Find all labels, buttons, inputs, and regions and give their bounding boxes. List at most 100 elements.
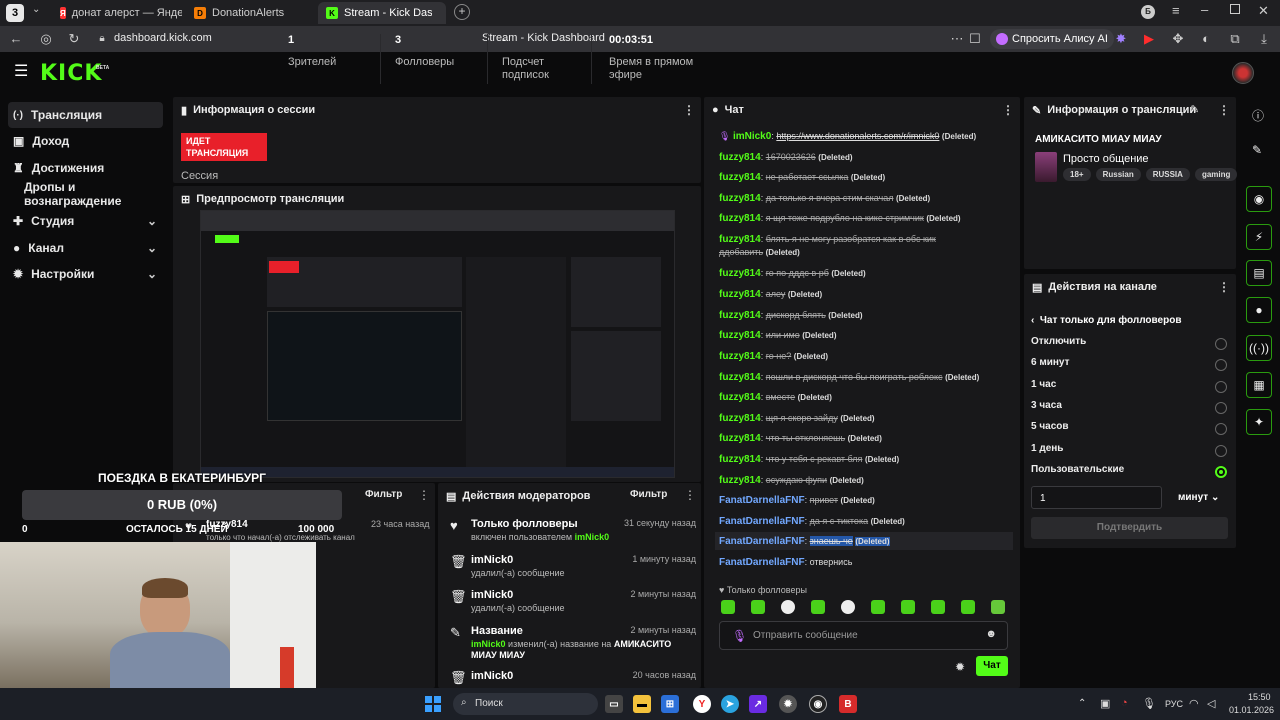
emote-10[interactable] bbox=[991, 600, 1005, 614]
tray-time[interactable]: 15:50 bbox=[1248, 692, 1271, 702]
tag[interactable]: Russian bbox=[1095, 168, 1141, 181]
explorer-icon[interactable]: ▬ bbox=[633, 695, 651, 713]
chat-message[interactable]: fuzzy814: осуждаю фупи (Deleted) bbox=[719, 474, 1009, 487]
maximize-icon[interactable] bbox=[1230, 4, 1240, 14]
tab-kick-dashboard[interactable]: K Stream - Kick Dashboard bbox=[318, 2, 446, 24]
radio[interactable] bbox=[1215, 381, 1227, 393]
chat-username[interactable]: fuzzy814 bbox=[719, 172, 761, 183]
download-icon[interactable]: ⤓ bbox=[1257, 32, 1271, 46]
bookmark-icon[interactable]: ☐ bbox=[968, 32, 982, 46]
chat-username[interactable]: FanatDarnellaFNF bbox=[719, 557, 805, 568]
mod-action-item[interactable]: 🗑︎ imNick0 20 часов назад bbox=[444, 670, 696, 686]
chat-username[interactable]: fuzzy814 bbox=[719, 372, 761, 383]
more-icon[interactable]: ⋯ bbox=[950, 32, 964, 46]
info-rail-icon[interactable]: ⓘ bbox=[1252, 107, 1264, 124]
option-3h[interactable]: 3 часа bbox=[1031, 400, 1231, 418]
close-window-icon[interactable]: ✕ bbox=[1258, 3, 1269, 19]
radio-selected[interactable] bbox=[1215, 466, 1227, 478]
lock-icon[interactable]: 🔒︎ bbox=[95, 32, 109, 46]
kebab-menu-icon[interactable]: ⋮ bbox=[683, 103, 695, 117]
mod-action-item[interactable]: ♥ Только фолловеры 31 секунду назад вклю… bbox=[444, 518, 696, 548]
unit-select[interactable]: минут ⌄ bbox=[1170, 486, 1228, 509]
emote-7[interactable] bbox=[901, 600, 915, 614]
kebab-menu-icon[interactable]: ⋮ bbox=[1218, 280, 1230, 294]
taskbar-search[interactable]: ⌕ Поиск bbox=[453, 693, 598, 715]
chat-message[interactable]: 🎙︎ imNick0: https://www.donationalerts.c… bbox=[719, 130, 1009, 143]
tray-wifi-icon[interactable]: ◠ bbox=[1189, 697, 1199, 710]
youtube-icon[interactable]: ▶ bbox=[1142, 32, 1156, 46]
chat-message[interactable]: FanatDarnellaFNF: отвернись bbox=[719, 556, 1009, 569]
shield-icon[interactable]: ◎ bbox=[39, 32, 53, 46]
chat-username[interactable]: fuzzy814 bbox=[719, 289, 761, 300]
chat-username[interactable]: fuzzy814 bbox=[719, 268, 761, 279]
chat-message[interactable]: fuzzy814: вместе (Deleted) bbox=[719, 391, 1009, 404]
sidebar-item-drops[interactable]: Дропы и вознаграждение bbox=[8, 180, 163, 208]
radio[interactable] bbox=[1215, 445, 1227, 457]
kebab-menu-icon[interactable]: ⋮ bbox=[684, 488, 696, 502]
emote-8[interactable] bbox=[931, 600, 945, 614]
chat-message[interactable]: fuzzy814: я щя тоже подрубло на кике стр… bbox=[719, 212, 1009, 225]
chat-username[interactable]: fuzzy814 bbox=[719, 193, 761, 204]
bandicam-icon[interactable]: B bbox=[839, 695, 857, 713]
sidebar-item-income[interactable]: ▣ Доход bbox=[8, 128, 163, 154]
reload-icon[interactable]: ↻ bbox=[67, 32, 81, 46]
notes-rail-button[interactable]: ▤ bbox=[1246, 260, 1272, 286]
option-1d[interactable]: 1 день bbox=[1031, 443, 1231, 461]
chat-message[interactable]: fuzzy814: го не? (Deleted) bbox=[719, 350, 1009, 363]
url-text[interactable]: dashboard.kick.com bbox=[114, 32, 212, 44]
chat-input[interactable]: 🎙︎ Отправить сообщение ☻ bbox=[719, 621, 1008, 650]
hamburger-icon[interactable]: ☰ bbox=[14, 64, 28, 80]
emote-9[interactable] bbox=[961, 600, 975, 614]
option-1h[interactable]: 1 час bbox=[1031, 379, 1231, 397]
chat-username[interactable]: fuzzy814 bbox=[719, 392, 761, 403]
preview-video[interactable] bbox=[200, 210, 675, 478]
chat-username[interactable]: fuzzy814 bbox=[719, 433, 761, 444]
stream-category[interactable]: Просто общение bbox=[1063, 153, 1149, 165]
emote-5[interactable] bbox=[841, 600, 855, 614]
chat-username[interactable]: fuzzy814 bbox=[719, 475, 761, 486]
extension-icon[interactable]: ✸ bbox=[1114, 32, 1128, 46]
tray-mic-icon[interactable]: 🎙︎ bbox=[1142, 697, 1156, 710]
chat-username[interactable]: fuzzy814 bbox=[719, 413, 761, 424]
emote-1[interactable] bbox=[721, 600, 735, 614]
chat-message[interactable]: fuzzy814: да только я вчера стим скачал … bbox=[719, 192, 1009, 205]
emote-4[interactable] bbox=[811, 600, 825, 614]
chat-message-highlighted[interactable]: FanatDarnellaFNF: знаешь че (Deleted) bbox=[715, 532, 1013, 550]
windows-start-icon[interactable] bbox=[425, 696, 441, 712]
chat-username[interactable]: fuzzy814 bbox=[719, 330, 761, 341]
chat-message[interactable]: fuzzy814: что ты отклоняешь (Deleted) bbox=[719, 432, 1009, 445]
custom-duration-input[interactable]: 1 bbox=[1031, 486, 1162, 509]
sidebar-item-settings[interactable]: ✹ Настройки ⌄ bbox=[8, 261, 163, 287]
back-button[interactable]: ‹ Чат только для фолловеров bbox=[1031, 315, 1181, 326]
chat-username[interactable]: fuzzy814 bbox=[719, 454, 761, 465]
mod-action-item[interactable]: 🗑︎ imNick0 2 минуты назад удалил(-а) соо… bbox=[444, 589, 696, 619]
alice-button[interactable]: Спросить Алису AI bbox=[990, 29, 1114, 49]
minimize-icon[interactable]: – bbox=[1201, 2, 1208, 17]
mod-action-item[interactable]: ✎ Название 2 минуты назад imNick0 измени… bbox=[444, 625, 696, 663]
sidebar-item-studio[interactable]: ✚ Студия ⌄ bbox=[8, 208, 163, 234]
category-thumbnail[interactable] bbox=[1035, 152, 1057, 182]
tray-volume-icon[interactable]: ◁ bbox=[1207, 697, 1215, 710]
wrench-rail-button[interactable]: ✦ bbox=[1246, 409, 1272, 435]
camera-rail-button[interactable]: ◉ bbox=[1246, 186, 1272, 212]
app-icon[interactable]: ↗ bbox=[749, 695, 767, 713]
chat-username[interactable]: FanatDarnellaFNF bbox=[719, 536, 805, 547]
mod-filter-button[interactable]: Фильтр bbox=[630, 489, 667, 500]
kebab-menu-icon[interactable]: ⋮ bbox=[1218, 103, 1230, 117]
back-icon[interactable]: ← bbox=[9, 32, 23, 46]
activity-filter-button[interactable]: Фильтр bbox=[365, 489, 402, 500]
tray-network-icon[interactable]: ◔ bbox=[1121, 697, 1128, 709]
tag[interactable]: 18+ bbox=[1063, 168, 1091, 181]
lightning-rail-button[interactable]: ⚡︎ bbox=[1246, 224, 1272, 250]
chat-text[interactable]: https://www.donationalerts.com/r/imnick0 bbox=[776, 131, 939, 141]
radio[interactable] bbox=[1215, 338, 1227, 350]
store-icon[interactable]: ⊞ bbox=[661, 695, 679, 713]
kick-logo[interactable]: KICK bbox=[40, 61, 102, 86]
radio[interactable] bbox=[1215, 402, 1227, 414]
obs-icon[interactable]: ◉ bbox=[809, 695, 827, 713]
chat-message[interactable]: FanatDarnellaFNF: привет (Deleted) bbox=[719, 494, 1009, 507]
yandex-browser-icon[interactable]: Y bbox=[693, 695, 711, 713]
chat-message[interactable]: fuzzy814: не работает ссылка (Deleted) bbox=[719, 171, 1009, 184]
edit-icon[interactable]: ✎ bbox=[1190, 103, 1199, 116]
chat-username[interactable]: FanatDarnellaFNF bbox=[719, 495, 805, 506]
